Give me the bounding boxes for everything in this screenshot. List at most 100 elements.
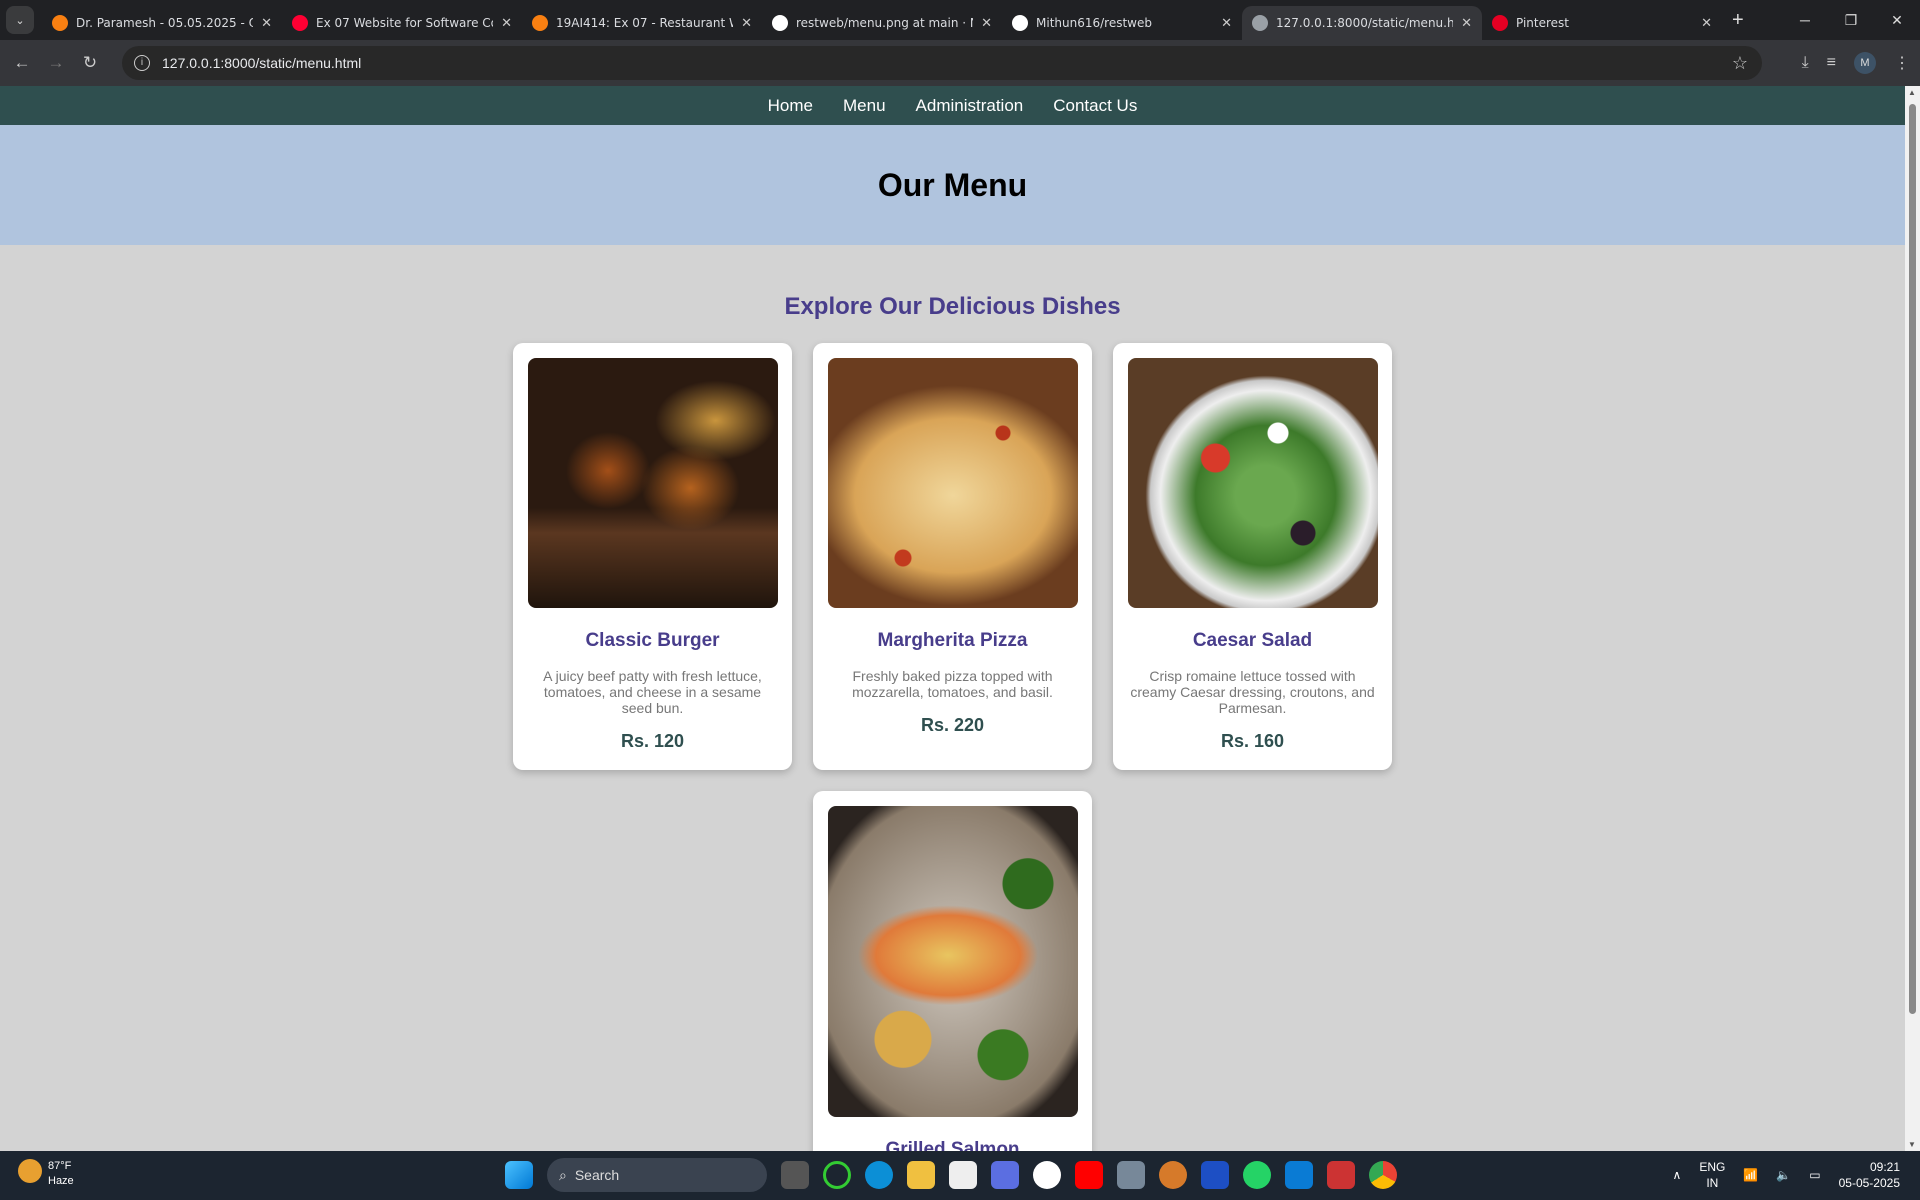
file-explorer-icon[interactable]	[907, 1161, 935, 1189]
browser-tab[interactable]: 127.0.0.1:8000/static/menu.htm ✕	[1242, 6, 1482, 40]
github-icon	[1012, 15, 1028, 31]
tab-close-icon[interactable]: ✕	[1221, 16, 1232, 31]
time: 09:21	[1869, 1160, 1900, 1174]
task-view-icon[interactable]	[781, 1161, 809, 1189]
url-text[interactable]: 127.0.0.1:8000/static/menu.html	[162, 55, 361, 71]
moodle-icon	[52, 15, 68, 31]
tray-overflow-icon[interactable]: ∧	[1673, 1168, 1682, 1182]
weather-temp: 87°F	[48, 1160, 72, 1172]
menu-kebab-icon[interactable]: ⋮	[1894, 53, 1910, 73]
bookmark-star-icon[interactable]: ☆	[1732, 53, 1748, 74]
reload-button[interactable]: ↻	[73, 53, 107, 73]
language-indicator[interactable]: ENG IN	[1699, 1159, 1725, 1191]
page-header: Our Menu	[0, 125, 1905, 245]
site-nav: Home Menu Administration Contact Us	[0, 86, 1905, 125]
menu-card-grilled-salmon: Grilled Salmon	[813, 791, 1092, 1151]
scroll-up-arrow-icon[interactable]: ▲	[1908, 88, 1916, 97]
vscode-icon[interactable]	[1285, 1161, 1313, 1189]
profile-avatar[interactable]: M	[1854, 52, 1876, 74]
tab-close-icon[interactable]: ✕	[1461, 16, 1472, 31]
settings-icon[interactable]	[1117, 1161, 1145, 1189]
wifi-icon[interactable]: 📶	[1743, 1168, 1758, 1182]
whatsapp-icon[interactable]	[1243, 1161, 1271, 1189]
page-viewport: Home Menu Administration Contact Us Our …	[0, 86, 1905, 1151]
browser-tab[interactable]: Mithun616/restweb ✕	[1002, 6, 1242, 40]
windows-start-icon[interactable]	[505, 1161, 533, 1189]
minimize-button[interactable]: ─	[1782, 0, 1828, 40]
whatsapp-icon[interactable]	[1033, 1161, 1061, 1189]
pinterest-icon	[1492, 15, 1508, 31]
ms-store-icon[interactable]	[949, 1161, 977, 1189]
volume-icon[interactable]: 🔈	[1776, 1168, 1791, 1182]
search-label: Search	[574, 1167, 620, 1183]
dish-name: Caesar Salad	[1192, 630, 1313, 651]
nav-contact-us[interactable]: Contact Us	[1053, 96, 1137, 116]
browser-tab[interactable]: Ex 07 Website for Software Con ✕	[282, 6, 522, 40]
tab-close-icon[interactable]: ✕	[1701, 16, 1712, 31]
back-button[interactable]: ←	[5, 53, 39, 73]
search-icon: ⌕	[559, 1166, 567, 1183]
tab-strip: ⌄ Dr. Paramesh - 05.05.2025 - Qu ✕ Ex 07 W…	[0, 0, 1920, 40]
tab-title: 19AI414: Ex 07 - Restaurant We	[556, 16, 734, 30]
dish-price: Rs. 160	[1220, 731, 1285, 751]
globe-icon	[1252, 15, 1268, 31]
site-info-icon[interactable]: i	[134, 55, 150, 71]
nav-menu[interactable]: Menu	[843, 96, 886, 116]
app-icon[interactable]	[823, 1161, 851, 1189]
app-icon[interactable]	[991, 1161, 1019, 1189]
browser-tab[interactable]: Dr. Paramesh - 05.05.2025 - Qu ✕	[42, 6, 282, 40]
tab-title: Dr. Paramesh - 05.05.2025 - Qu	[76, 16, 254, 30]
weather-widget[interactable]: 87°F Haze	[18, 1159, 74, 1189]
tab-title: restweb/menu.png at main · Na	[796, 16, 974, 30]
nav-administration[interactable]: Administration	[916, 96, 1024, 116]
tab-close-icon[interactable]: ✕	[261, 16, 272, 31]
youtube-icon	[292, 15, 308, 31]
page-scrollbar[interactable]: ▲ ▼	[1905, 86, 1920, 1151]
moodle-icon	[532, 15, 548, 31]
new-tab-button[interactable]: +	[1732, 9, 1744, 32]
tab-title: 127.0.0.1:8000/static/menu.htm	[1276, 16, 1454, 30]
chrome-icon[interactable]	[1369, 1161, 1397, 1189]
scrollbar-thumb[interactable]	[1909, 104, 1916, 1014]
youtube-icon[interactable]	[1075, 1161, 1103, 1189]
dish-name: Grilled Salmon	[885, 1139, 1020, 1151]
browser-tab[interactable]: restweb/menu.png at main · Na ✕	[762, 6, 1002, 40]
github-icon	[772, 15, 788, 31]
nav-home[interactable]: Home	[768, 96, 813, 116]
forward-button[interactable]: →	[39, 53, 73, 73]
language-code: ENG	[1699, 1160, 1726, 1174]
dish-description: A juicy beef patty with fresh lettuce, t…	[543, 668, 762, 716]
tab-close-icon[interactable]: ✕	[981, 16, 992, 31]
clock[interactable]: 09:21 05-05-2025	[1839, 1159, 1900, 1191]
date: 05-05-2025	[1838, 1176, 1900, 1190]
scroll-down-arrow-icon[interactable]: ▼	[1908, 1140, 1916, 1149]
browser-tab[interactable]: Pinterest ✕	[1482, 6, 1722, 40]
tab-close-icon[interactable]: ✕	[741, 16, 752, 31]
weather-icon	[18, 1159, 42, 1183]
browser-tab[interactable]: 19AI414: Ex 07 - Restaurant We ✕	[522, 6, 762, 40]
weather-desc: Haze	[48, 1175, 74, 1187]
dish-description: Crisp romaine lettuce tossed with creamy…	[1130, 668, 1375, 716]
media-control-icon[interactable]: ≡	[1827, 54, 1836, 72]
battery-icon[interactable]: ▭	[1809, 1168, 1820, 1182]
page-title: Our Menu	[877, 166, 1028, 203]
address-bar[interactable]: i 127.0.0.1:8000/static/menu.html ☆	[122, 46, 1762, 80]
tab-title: Mithun616/restweb	[1036, 16, 1152, 30]
burger-image	[528, 358, 778, 608]
pizza-image	[828, 358, 1078, 608]
restore-button[interactable]: ❐	[1828, 0, 1874, 40]
tab-title: Pinterest	[1516, 16, 1570, 30]
close-window-button[interactable]: ✕	[1874, 0, 1920, 40]
region-code: IN	[1706, 1176, 1719, 1190]
app-icon[interactable]	[1327, 1161, 1355, 1189]
download-icon[interactable]: ⤓	[1802, 54, 1809, 72]
taskbar-search[interactable]: ⌕ Search	[547, 1158, 767, 1192]
app-icon[interactable]	[1201, 1161, 1229, 1189]
app-icon[interactable]	[1159, 1161, 1187, 1189]
tab-close-icon[interactable]: ✕	[501, 16, 512, 31]
tab-search-button[interactable]: ⌄	[6, 6, 34, 34]
dish-price: Rs. 120	[620, 731, 685, 751]
dish-name: Classic Burger	[585, 630, 720, 651]
menu-card-caesar-salad: Caesar Salad Crisp romaine lettuce tosse…	[1113, 343, 1392, 770]
edge-icon[interactable]	[865, 1161, 893, 1189]
